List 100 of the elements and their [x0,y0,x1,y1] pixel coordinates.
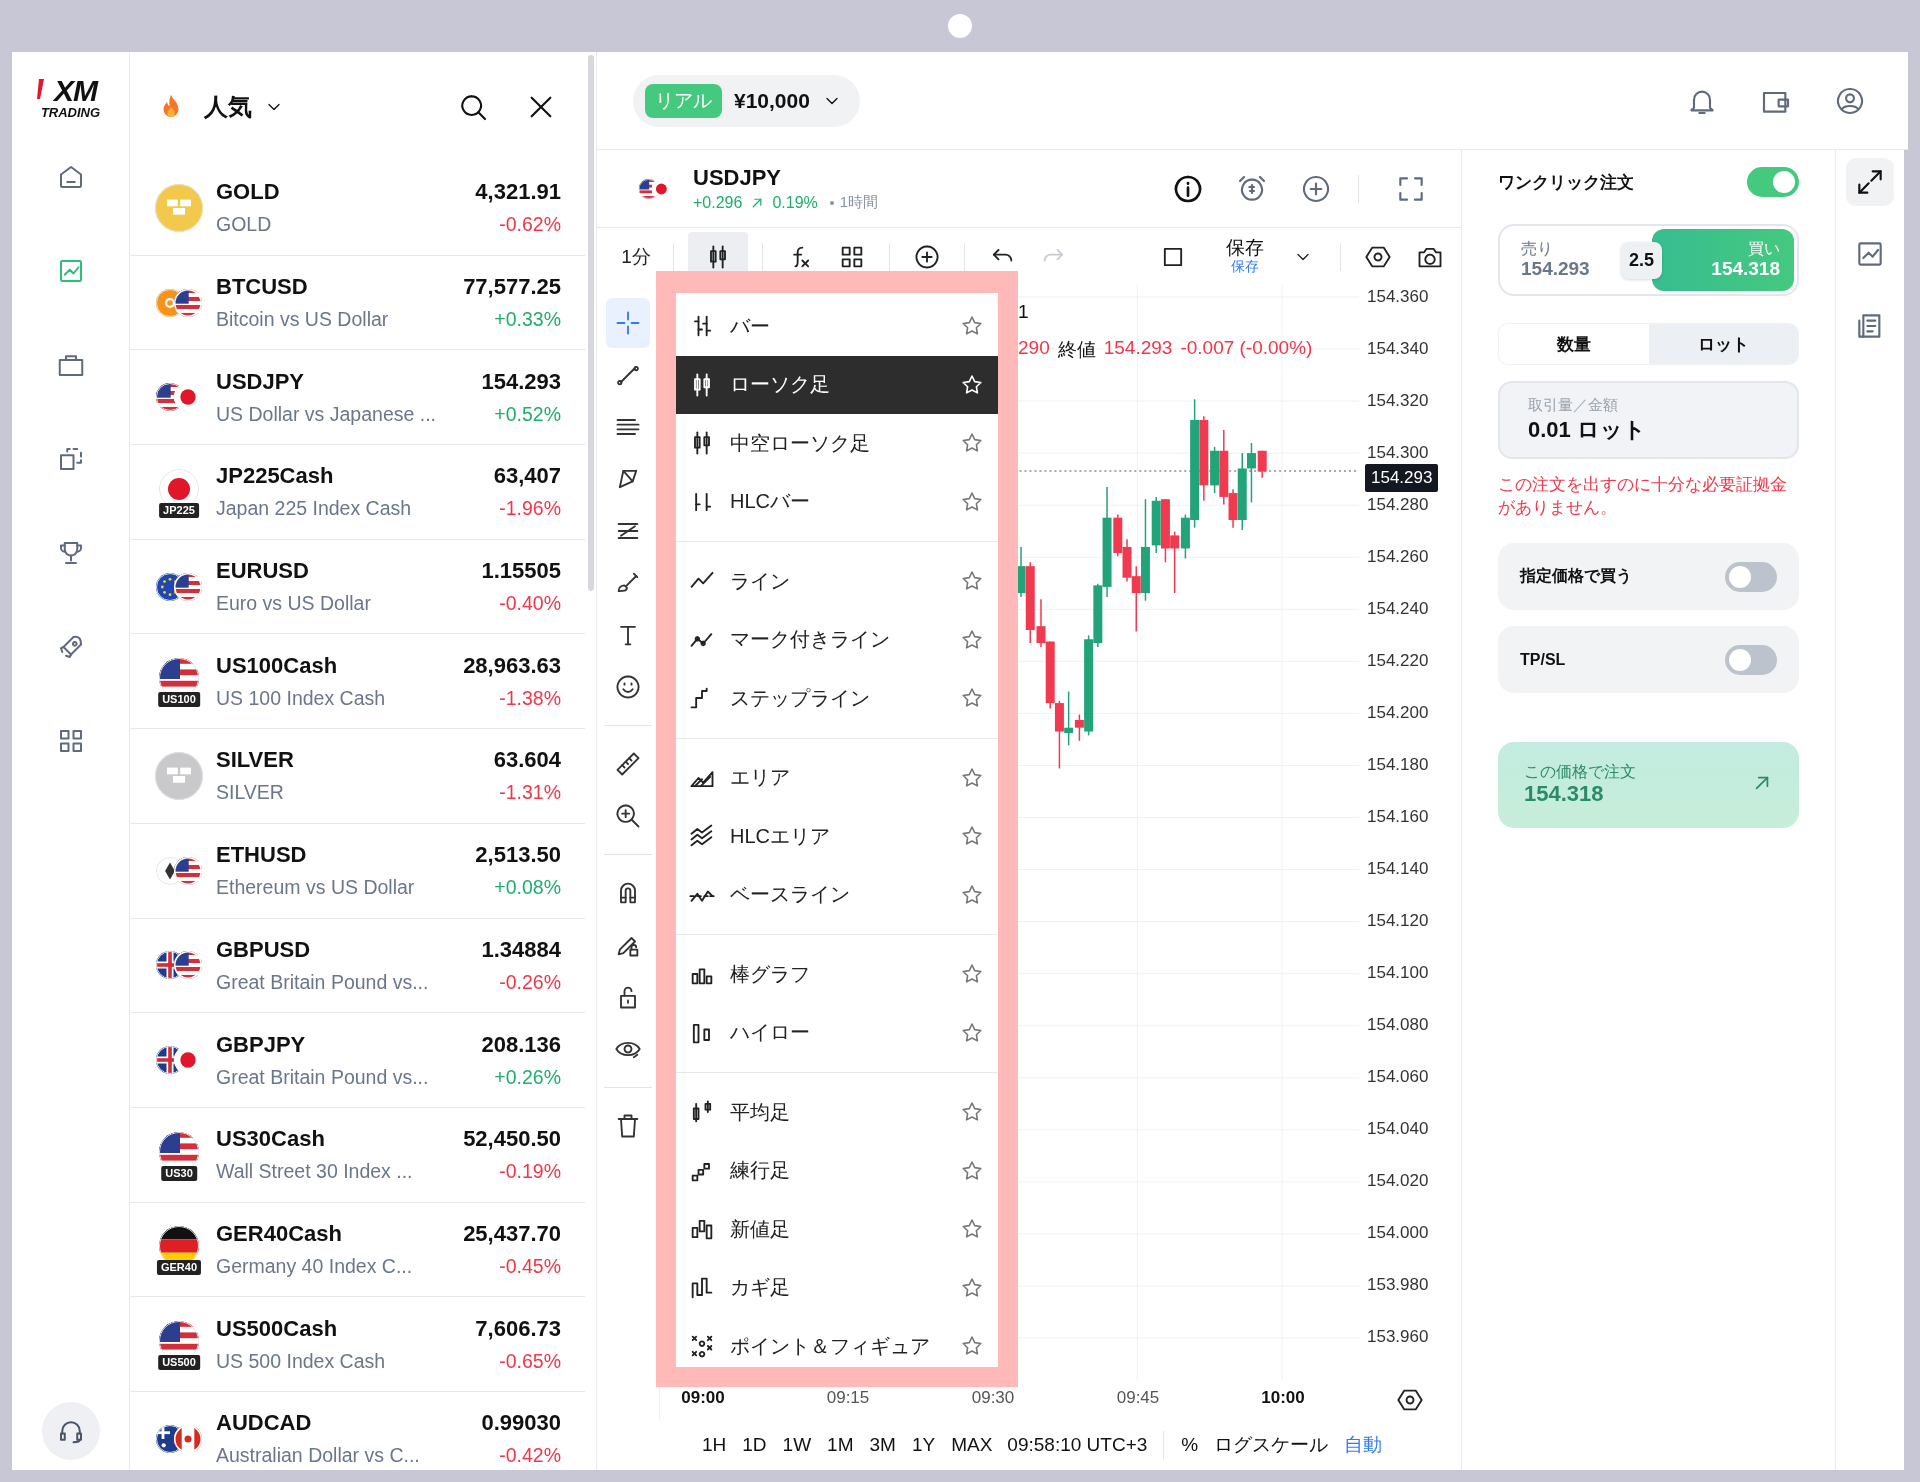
range-button[interactable]: 3M [862,1430,903,1460]
menu-item[interactable]: 棒グラフ [676,945,998,1004]
last-price-tag: 154.293 [1365,464,1439,492]
account-type-badge: リアル [645,83,722,118]
symbol-name: SILVER [216,747,294,774]
scale-option[interactable]: % [1174,1430,1206,1460]
menu-item[interactable]: ハイロー [676,1003,998,1062]
menu-item[interactable]: HLCバー [676,472,998,531]
menu-item[interactable]: カギ足 [676,1258,998,1317]
interval-label: 1時間 [839,193,879,212]
menu-item[interactable]: バー [676,297,998,356]
price-label: 154.020 [1367,1171,1430,1191]
symbol-name: GBPUSD [216,936,311,963]
price-label: 154.080 [1367,1015,1430,1035]
watchlist-row[interactable]: USDJPY 154.293 US Dollar vs Japanese ... +0.52% [130,350,585,446]
index-badge: US100 [158,692,200,708]
favorite-star-icon[interactable] [960,1020,984,1045]
candle [1160,498,1170,564]
price-change: -1.31% [499,781,561,805]
symbol-name: GOLD [216,179,280,206]
interval-button[interactable]: 1分 [613,231,659,282]
menu-item[interactable]: ステップライン [676,669,998,728]
favorite-star-icon[interactable] [960,1158,984,1183]
price-change: +0.08% [494,876,561,900]
range-button[interactable]: MAX [944,1430,1000,1460]
favorite-star-icon[interactable] [960,882,984,907]
camera-dot [948,14,972,38]
price-change: -0.42% [499,1444,561,1468]
favorite-star-icon[interactable] [960,765,984,790]
watchlist-row[interactable]: SILVER 63.604 SILVER -1.31% [130,729,585,824]
watchlist-row[interactable]: US100 US100Cash 28,963.63 US 100 Index Cash -1.38% [130,634,585,730]
symbol-description: Euro vs US Dollar [216,592,371,616]
scale-option[interactable]: 自動 [1337,1428,1390,1462]
time-label: 09:00 [681,1388,725,1408]
menu-item[interactable]: ベースライン [676,865,998,924]
favorite-star-icon[interactable] [960,372,984,397]
panel-title: ワンクリック注文 [1498,171,1634,194]
watchlist-row[interactable]: GER40 GER40Cash 25,437.70 Germany 40 Index C... -0.45% [130,1202,585,1298]
save-button[interactable]: 保存 [1226,238,1264,260]
logo-tagline: TRADING [40,106,101,119]
price-change: +0.26% [494,1065,561,1089]
toggle-switch[interactable] [1725,561,1777,592]
price-change: -1.38% [499,686,561,710]
scrollbar-thumb[interactable] [588,55,594,591]
favorite-star-icon[interactable] [960,627,984,652]
range-button[interactable]: 1H [695,1430,734,1460]
price: 2,513.50 [475,842,561,869]
menu-item[interactable]: HLCエリア [676,807,998,866]
sell-button[interactable]: 売り 154.293 [1503,239,1621,281]
scale-option[interactable]: ログスケール [1207,1428,1336,1462]
price: 208.136 [481,1031,561,1058]
price-label: 153.960 [1367,1327,1430,1347]
menu-item[interactable]: 平均足 [676,1083,998,1142]
watchlist-row[interactable]: BTCUSD 77,577.25 Bitcoin vs US Dollar +0.33% [130,255,585,351]
watchlist-row[interactable]: US500 US500Cash 7,606.73 US 500 Index Cash -0.65% [130,1297,585,1392]
symbol-name: BTCUSD [216,274,308,301]
price-change: -0.65% [499,1349,561,1373]
menu-item[interactable]: マーク付きライン [676,610,998,669]
price-label: 154.040 [1367,1119,1430,1139]
range-button[interactable]: 1Y [904,1430,943,1460]
legend-change: -0.007 (-0.00%) [1180,337,1313,360]
menu-item[interactable]: 練行足 [676,1141,998,1200]
toggle-switch[interactable] [1747,167,1799,197]
symbol-title: USDJPY [693,165,783,191]
watchlist-row[interactable]: ETHUSD 2,513.50 Ethereum vs US Dollar +0.08% [130,823,585,919]
watchlist-row[interactable]: GOLD 4,321.91 GOLD -0.62% [130,161,585,256]
watchlist-row[interactable]: JP225 JP225Cash 63,407 Japan 225 Index Cash -1.96% [130,445,585,540]
favorite-star-icon[interactable] [960,489,984,514]
menu-item[interactable]: ライン [676,552,998,611]
watchlist-row[interactable]: EURUSD 1.15505 Euro vs US Dollar -0.40% [130,539,585,635]
unit-tab[interactable]: 数量 [1499,324,1649,364]
watchlist-row[interactable]: US30 US30Cash 52,450.50 Wall Street 30 Index ... -0.19% [130,1107,585,1203]
unit-tab[interactable]: ロット [1648,324,1798,364]
range-button[interactable]: 1D [735,1430,774,1460]
toggle-switch[interactable] [1725,644,1777,675]
symbol-name: USDJPY [216,368,305,395]
menu-item[interactable]: 新値足 [676,1200,998,1259]
watchlist-dropdown[interactable]: 人気 [204,90,284,123]
account-selector[interactable]: リアル ¥10,000 [633,74,860,127]
watchlist-row[interactable]: GBPUSD 1.34884 Great Britain Pound vs... -0.26% [130,918,585,1014]
favorite-star-icon[interactable] [960,1275,984,1300]
price-label: 154.260 [1367,547,1430,567]
price: 0.99030 [481,1410,561,1437]
price-change: +0.296 [693,193,743,212]
index-badge: GER40 [156,1260,202,1276]
menu-item[interactable]: ローソク足 [676,355,998,414]
range-button[interactable]: 1M [820,1430,861,1460]
watchlist-row[interactable]: AUDCAD 0.99030 Australian Dollar vs C... -0.42% [130,1391,585,1470]
symbol-description: Great Britain Pound vs... [216,970,429,994]
watchlist-row[interactable]: GBPJPY 208.136 Great Britain Pound vs... +0.26% [130,1013,585,1108]
range-button[interactable]: 1W [775,1430,819,1460]
amount-field[interactable]: 取引量／金額 0.01 ロット [1498,381,1799,459]
symbol-description: SILVER [216,781,284,805]
menu-item[interactable]: 中空ローソク足 [676,414,998,473]
menu-item[interactable]: エリア [676,748,998,807]
price-label: 154.140 [1367,859,1430,879]
legend-value: 290 [1018,337,1050,360]
swap-arrows-icon[interactable] [1846,158,1894,206]
symbol-name: AUDCAD [216,1410,312,1437]
menu-item[interactable]: ポイント＆フィギュア [676,1317,998,1376]
